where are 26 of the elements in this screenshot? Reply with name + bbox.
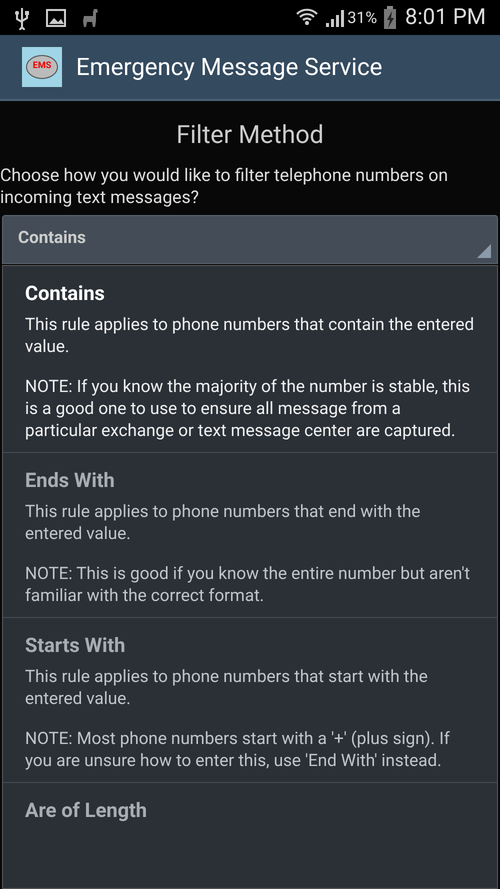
dropdown-option[interactable]: Ends With This rule applies to phone numbers that end with the entered value. NOTE: This is good if you know the entire number but aren't familiar with the correct format. xyxy=(3,452,497,616)
prompt-text: Choose how you would like to filter telephone numbers on incoming text messages? xyxy=(0,164,450,208)
option-title: Ends With xyxy=(25,466,116,492)
screen-heading: Filter Method xyxy=(175,120,325,152)
option-title: Are of Length xyxy=(25,796,148,822)
option-note: NOTE: This is good if you know the entire number but aren't familiar with the correct format. xyxy=(25,562,471,606)
option-title: Starts With xyxy=(25,632,126,658)
logo-text: EMS xyxy=(32,60,52,74)
dropdown-corner-icon xyxy=(477,244,491,258)
battery-charging-icon xyxy=(383,6,398,30)
option-description: This rule applies to phone numbers that end with the entered value. xyxy=(25,500,422,544)
signal-icon xyxy=(325,8,346,28)
usb-icon xyxy=(14,6,30,30)
option-title: Contains xyxy=(25,280,106,306)
dropdown-option[interactable]: Are of Length xyxy=(3,782,497,832)
battery-percent: 31% xyxy=(347,6,378,28)
dropdown-option[interactable]: Starts With This rule applies to phone numbers that start with the entered value. NOTE: Most phone numbers start with a '+' (plus sign). If you are unsure how to enter this, use 'End With' instead. xyxy=(3,616,497,782)
option-description: This rule applies to phone numbers that start with the entered value. xyxy=(25,666,429,710)
app-title: Emergency Message Service xyxy=(76,52,382,83)
filter-dropdown[interactable]: Contains xyxy=(2,214,498,264)
option-description: This rule applies to phone numbers that contain the entered value. xyxy=(25,314,475,358)
image-icon xyxy=(46,8,66,26)
option-note: NOTE: Most phone numbers start with a '+' (plus sign). If you are unsure how to enter this, use 'End With' instead. xyxy=(25,728,451,772)
clock: 8:01 PM xyxy=(405,4,486,32)
animal-icon xyxy=(80,8,100,28)
option-note: NOTE: If you know the majority of the number is stable, this is a good one to use to ensure all message from a particular exchange or text message center are captured. xyxy=(25,376,472,442)
